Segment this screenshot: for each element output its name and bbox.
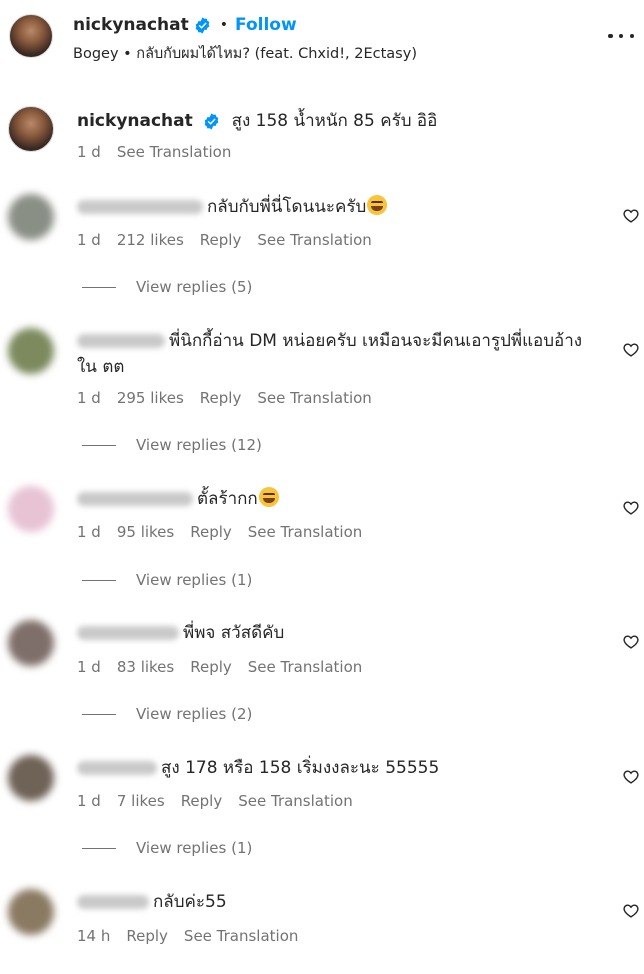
follow-button[interactable]: Follow (235, 15, 297, 35)
header-title-row: nickynachat • Follow (73, 13, 297, 37)
comment-text: ตั้ลร้ากก (197, 489, 258, 509)
see-translation-button[interactable]: See Translation (117, 143, 231, 161)
comment-time: 1 d (77, 231, 101, 249)
owner-avatar[interactable] (9, 14, 53, 58)
commenter-username-blurred[interactable] (77, 334, 165, 348)
replies-divider (82, 286, 116, 288)
laughing-emoji-icon (258, 487, 279, 507)
comment-time: 1 d (77, 143, 101, 161)
comment-text: กลับกับพี่นี่โดนนะครับ (207, 197, 367, 217)
commenter-avatar[interactable] (8, 486, 54, 532)
comment-text-row: กลับค่ะ55 (77, 889, 227, 915)
heart-icon[interactable] (622, 633, 640, 650)
view-replies-button[interactable]: View replies (2) (82, 705, 252, 723)
comment-time: 1 d (77, 523, 101, 541)
see-translation-button[interactable]: See Translation (248, 658, 362, 676)
commenter-avatar[interactable] (8, 620, 54, 666)
commenter-avatar[interactable] (8, 889, 54, 935)
commenter-avatar[interactable] (8, 328, 54, 374)
commenter-username-blurred[interactable] (77, 626, 179, 640)
commenter-username-blurred[interactable] (77, 895, 149, 909)
owner-comment-avatar[interactable] (8, 106, 54, 152)
replies-divider (82, 713, 116, 715)
likes-count[interactable]: 83 likes (117, 658, 174, 676)
commenter-avatar[interactable] (8, 194, 54, 240)
see-translation-button[interactable]: See Translation (257, 389, 371, 407)
comment-text-row: nickynachat สูง 158 น้ำหนัก 85 ครับ อิอิ (77, 108, 437, 134)
view-replies-label: View replies (1) (136, 571, 253, 589)
separator-dot: • (219, 17, 229, 33)
comment-text-row: สูง 178 หรือ 158 เริ่มงงละนะ 55555 (77, 755, 439, 781)
view-replies-label: View replies (2) (136, 705, 253, 723)
view-replies-button[interactable]: View replies (12) (82, 436, 262, 454)
heart-icon[interactable] (622, 902, 640, 919)
reply-button[interactable]: Reply (200, 389, 242, 407)
comment-time: 14 h (77, 927, 111, 945)
comment-time: 1 d (77, 389, 101, 407)
comment-meta: 1 d 7 likes Reply See Translation (77, 792, 369, 810)
reply-button[interactable]: Reply (200, 231, 242, 249)
likes-count[interactable]: 95 likes (117, 523, 174, 541)
comment-text: กลับค่ะ55 (153, 892, 227, 912)
heart-icon[interactable] (622, 207, 640, 224)
laughing-emoji-icon (367, 195, 388, 215)
view-replies-label: View replies (1) (136, 839, 253, 857)
reply-button[interactable]: Reply (190, 523, 232, 541)
comment-time: 1 d (77, 658, 101, 676)
heart-icon[interactable] (622, 341, 640, 358)
reply-button[interactable]: Reply (190, 658, 232, 676)
comment-text: พี่พจ สวัสดีคับ (183, 623, 285, 643)
comment-text: พี่นิกกี้อ่าน DM หน่อยครับ เหมือนจะมีคนเ… (169, 331, 583, 351)
post-header: nickynachat • Follow Bogey • กลับกับผมได… (0, 0, 644, 86)
comment-text-row: พี่นิกกี้อ่าน DM หน่อยครับ เหมือนจะมีคนเ… (77, 328, 582, 354)
see-translation-button[interactable]: See Translation (257, 231, 371, 249)
comment-text: สูง 178 หรือ 158 เริ่มงงละนะ 55555 (161, 758, 440, 778)
comment-meta: 1 d 95 likes Reply See Translation (77, 523, 378, 541)
view-replies-button[interactable]: View replies (1) (82, 839, 252, 857)
see-translation-button[interactable]: See Translation (184, 927, 298, 945)
comment-time: 1 d (77, 792, 101, 810)
comment-meta: 1 d 212 likes Reply See Translation (77, 231, 388, 249)
reply-button[interactable]: Reply (181, 792, 223, 810)
view-replies-button[interactable]: View replies (1) (82, 571, 252, 589)
verified-badge-icon (195, 16, 210, 34)
audio-label[interactable]: Bogey • กลับกับผมได้ไหม? (feat. Chxid!, … (73, 42, 417, 65)
commenter-avatar[interactable] (8, 755, 54, 801)
comment-text: สูง 158 น้ำหนัก 85 ครับ อิอิ (231, 111, 438, 131)
likes-count[interactable]: 212 likes (117, 231, 184, 249)
view-replies-label: View replies (5) (136, 278, 253, 296)
replies-divider (82, 847, 116, 849)
heart-icon[interactable] (622, 768, 640, 785)
comment-text-row: พี่พจ สวัสดีคับ (77, 620, 284, 646)
see-translation-button[interactable]: See Translation (248, 523, 362, 541)
replies-divider (82, 444, 116, 446)
comment-text-row: กลับกับพี่นี่โดนนะครับ (77, 194, 388, 220)
likes-count[interactable]: 295 likes (117, 389, 184, 407)
comment-text-continued: ใน ตต (77, 357, 125, 377)
comment-text-row-2: ใน ตต (77, 354, 124, 380)
owner-username[interactable]: nickynachat (73, 15, 189, 35)
comment-meta: 14 h Reply See Translation (77, 927, 314, 945)
likes-count[interactable]: 7 likes (117, 792, 165, 810)
verified-badge-icon (204, 112, 219, 130)
commenter-username-blurred[interactable] (77, 492, 193, 506)
heart-icon[interactable] (622, 499, 640, 516)
comment-meta: 1 d 83 likes Reply See Translation (77, 658, 378, 676)
see-translation-button[interactable]: See Translation (238, 792, 352, 810)
comment-meta: 1 d 295 likes Reply See Translation (77, 389, 388, 407)
commenter-username-blurred[interactable] (77, 200, 203, 214)
more-options-icon[interactable] (608, 26, 634, 46)
view-replies-label: View replies (12) (136, 436, 262, 454)
replies-divider (82, 579, 116, 581)
reply-button[interactable]: Reply (126, 927, 168, 945)
comment-text-row: ตั้ลร้ากก (77, 486, 279, 512)
comment-username[interactable]: nickynachat (77, 111, 193, 131)
commenter-username-blurred[interactable] (77, 761, 157, 775)
view-replies-button[interactable]: View replies (5) (82, 278, 252, 296)
comment-meta: 1 d See Translation (77, 143, 247, 161)
